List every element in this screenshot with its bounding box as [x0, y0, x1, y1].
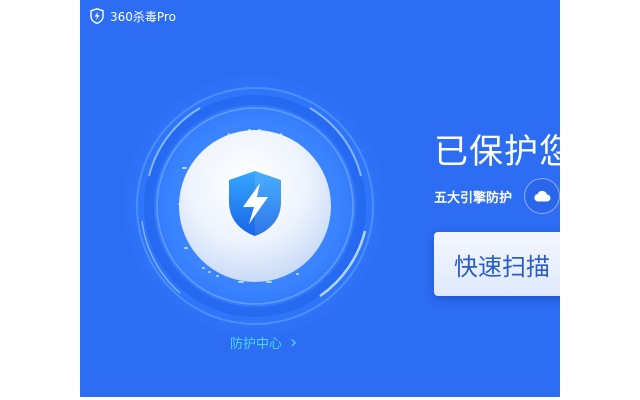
engine-protection-row: 五大引擎防护: [434, 178, 560, 214]
protection-center-link[interactable]: 防护中心 ›: [230, 333, 297, 352]
cloud-icon: [534, 190, 551, 202]
title-bar: 360杀毒Pro: [90, 6, 176, 26]
engine-protection-label: 五大引擎防护: [434, 190, 513, 206]
app-title: 360杀毒Pro: [110, 9, 176, 24]
chevron-right-icon: ›: [290, 331, 298, 353]
protection-center-label: 防护中心: [230, 337, 283, 352]
protection-status-title: 已保护您: [434, 132, 560, 172]
app-window: 360杀毒Pro 防护中心 › 已保护您 五大引擎防护 快速扫描: [80, 0, 560, 397]
protection-dial: [120, 71, 390, 341]
cloud-engine-button[interactable]: [524, 178, 560, 214]
shield-bolt-icon: [90, 8, 104, 24]
quick-scan-button[interactable]: 快速扫描: [434, 232, 560, 296]
